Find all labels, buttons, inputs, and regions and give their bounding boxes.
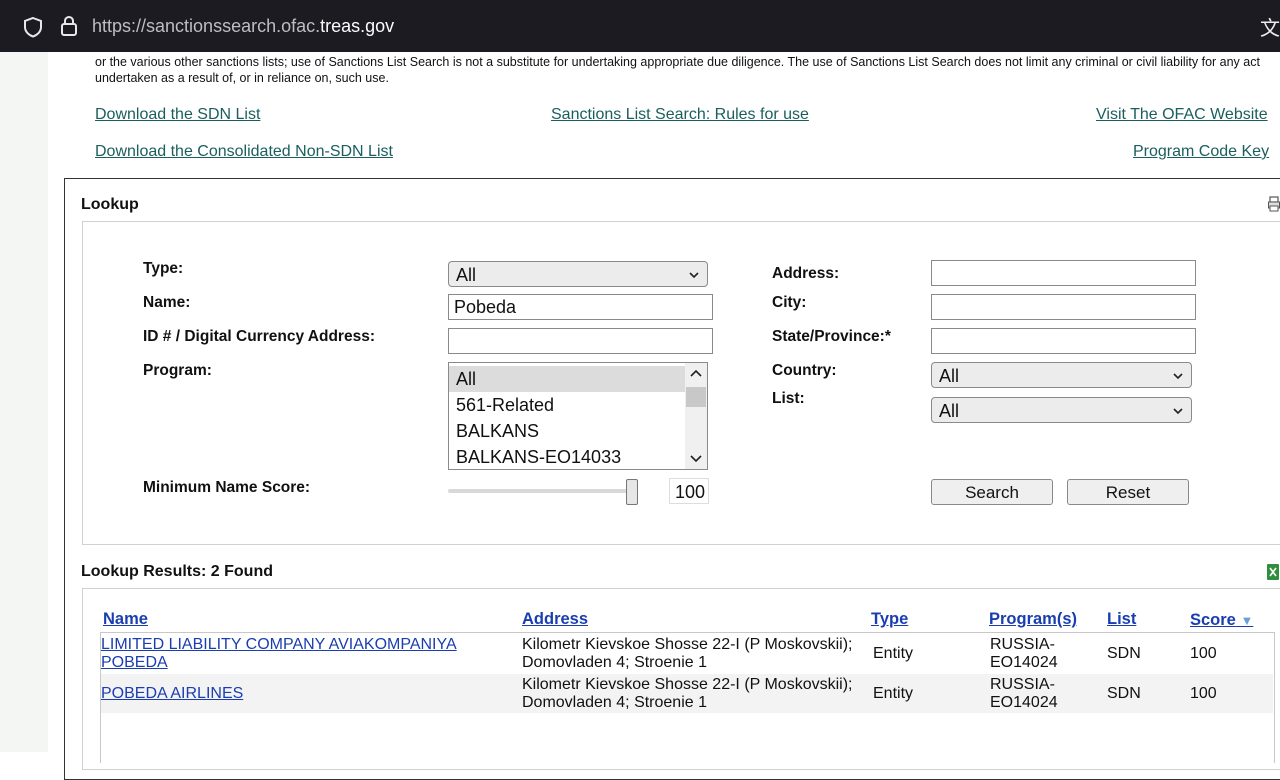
result-program: RUSSIA- EO14024	[990, 636, 1058, 671]
program-listbox[interactable]: All 561-Related BALKANS BALKANS-EO14033	[448, 362, 708, 470]
city-input[interactable]	[931, 294, 1196, 320]
result-score: 100	[1190, 645, 1217, 662]
url-prefix: https://sanctionssearch.ofac.	[92, 16, 321, 36]
id-label: ID # / Digital Currency Address:	[143, 328, 375, 345]
state-input[interactable]	[931, 328, 1196, 354]
country-label: Country:	[772, 362, 837, 379]
scrollbar-thumb[interactable]	[686, 387, 706, 407]
program-code-key-link[interactable]: Program Code Key	[1133, 143, 1269, 161]
programs-column-header[interactable]: Program(s)	[989, 610, 1077, 629]
name-input[interactable]	[448, 294, 713, 320]
browser-toolbar: https://sanctionssearch.ofac.treas.gov 文	[0, 0, 1280, 52]
address-input[interactable]	[931, 260, 1196, 286]
table-row: LIMITED LIABILITY COMPANY AVIAKOMPANIYA P…	[101, 634, 1273, 673]
address-label: Address:	[772, 265, 840, 282]
name-column-header[interactable]: Name	[103, 610, 148, 629]
disclaimer-text: or the various other sanctions lists; us…	[95, 55, 1260, 85]
result-type: Entity	[873, 685, 914, 702]
translate-icon[interactable]: 文	[1260, 12, 1280, 41]
sort-desc-icon: ▼	[1240, 613, 1254, 628]
min-score-label: Minimum Name Score:	[143, 479, 311, 496]
min-score-slider-track[interactable]	[448, 489, 634, 493]
type-label: Type:	[143, 260, 184, 277]
result-list: SDN	[1107, 645, 1141, 662]
result-score: 100	[1190, 685, 1217, 702]
excel-export-icon[interactable]	[1266, 563, 1280, 581]
chevron-up-icon[interactable]	[690, 368, 702, 378]
program-list-scrollbar[interactable]	[685, 363, 707, 469]
address-column-header[interactable]: Address	[522, 610, 588, 629]
program-option[interactable]: All	[449, 366, 685, 392]
country-select-value: All	[939, 366, 960, 386]
city-label: City:	[772, 294, 807, 311]
page-margin	[0, 52, 48, 752]
program-option[interactable]: BALKANS-EO14033	[449, 444, 685, 469]
score-column-header[interactable]: Score ▼	[1190, 611, 1253, 630]
list-column-header[interactable]: List	[1107, 610, 1136, 629]
shield-icon[interactable]	[22, 16, 44, 38]
list-select-value: All	[939, 401, 960, 421]
list-select[interactable]: All	[931, 397, 1192, 423]
reset-button[interactable]: Reset	[1067, 479, 1189, 505]
table-row: POBEDA AIRLINES Kilometr Kievskoe Shosse…	[101, 674, 1273, 713]
min-score-value[interactable]: 100	[669, 478, 709, 504]
result-name-link[interactable]: LIMITED LIABILITY COMPANY AVIAKOMPANIYA P…	[101, 636, 457, 672]
country-select[interactable]: All	[931, 362, 1192, 388]
result-list: SDN	[1107, 685, 1141, 702]
list-label: List:	[772, 390, 805, 407]
result-type: Entity	[873, 645, 914, 662]
chevron-down-icon[interactable]	[690, 454, 702, 464]
score-header-label: Score	[1190, 611, 1236, 629]
min-score-slider-handle[interactable]	[626, 479, 638, 505]
search-button[interactable]: Search	[931, 479, 1053, 505]
download-consolidated-link[interactable]: Download the Consolidated Non-SDN List	[95, 143, 393, 161]
result-address: Kilometr Kievskoe Shosse 22-I (P Moskovs…	[522, 636, 853, 671]
program-label: Program:	[143, 362, 212, 379]
type-column-header[interactable]: Type	[871, 610, 908, 629]
type-select[interactable]: All	[448, 261, 708, 287]
state-label: State/Province:*	[772, 328, 891, 345]
id-input[interactable]	[448, 328, 713, 354]
chevron-down-icon	[1173, 408, 1183, 415]
lock-icon[interactable]	[60, 15, 78, 37]
program-option[interactable]: 561-Related	[449, 392, 685, 418]
print-icon[interactable]	[1268, 196, 1280, 212]
results-title: Lookup Results: 2 Found	[81, 563, 273, 580]
url-domain: treas.gov	[320, 16, 395, 36]
chevron-down-icon	[1173, 373, 1183, 380]
result-program: RUSSIA- EO14024	[990, 676, 1058, 711]
rules-link[interactable]: Sanctions List Search: Rules for use	[551, 106, 809, 124]
download-sdn-link[interactable]: Download the SDN List	[95, 106, 260, 124]
visit-ofac-link[interactable]: Visit The OFAC Website	[1096, 106, 1268, 124]
lookup-title: Lookup	[81, 196, 139, 213]
result-address: Kilometr Kievskoe Shosse 22-I (P Moskovs…	[522, 676, 853, 711]
name-label: Name:	[143, 294, 191, 311]
result-name-link[interactable]: POBEDA AIRLINES	[101, 685, 243, 703]
type-select-value: All	[456, 265, 477, 285]
chevron-down-icon	[689, 272, 699, 279]
program-option[interactable]: BALKANS	[449, 418, 685, 444]
address-bar[interactable]: https://sanctionssearch.ofac.treas.gov	[92, 16, 394, 37]
